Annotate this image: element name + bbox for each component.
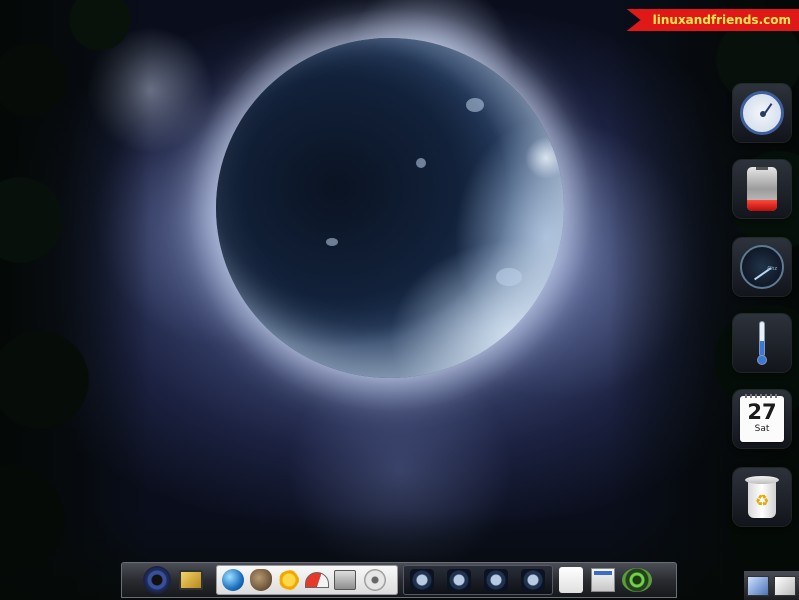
task-button-1[interactable]: [405, 567, 439, 593]
gauge-unit-label: Ghz: [767, 266, 777, 272]
task-thumbnail-icon: [410, 569, 434, 591]
task-button-2[interactable]: [442, 567, 476, 593]
workspace-pager[interactable]: [559, 567, 583, 593]
main-menu-button[interactable]: [144, 567, 170, 593]
thermometer-icon: [757, 321, 767, 365]
disc-icon: [364, 569, 386, 591]
calendar-widget[interactable]: 27 Sat: [733, 390, 791, 448]
monitor-icon: [179, 570, 203, 590]
launch-toolbox-button[interactable]: [332, 567, 358, 593]
taskbar-dock: [121, 562, 677, 598]
volume-icon[interactable]: [622, 568, 652, 592]
keyboard-icon[interactable]: [774, 575, 797, 596]
system-tray: [744, 571, 799, 600]
task-thumbnail-icon: [521, 569, 545, 591]
sun-settings-icon: [279, 570, 299, 590]
site-watermark: linuxandfriends.com: [626, 9, 799, 31]
task-button-3[interactable]: [479, 567, 513, 593]
calendar-weekday: Sat: [754, 424, 770, 434]
open-tasks-group: [403, 565, 553, 595]
launch-disc-button[interactable]: [362, 567, 388, 593]
moon: [216, 38, 564, 378]
desktop-wallpaper: [0, 0, 799, 600]
gimp-icon: [250, 569, 272, 591]
launch-settings-button[interactable]: [276, 567, 302, 593]
battery-icon: [747, 167, 777, 211]
battery-widget[interactable]: [733, 160, 791, 218]
show-desktop-button[interactable]: [178, 567, 204, 593]
task-thumbnail-icon: [447, 569, 471, 591]
calendar-day: 27: [747, 400, 777, 424]
firefox-globe-icon: [222, 569, 244, 591]
toolbox-icon: [334, 570, 356, 590]
cpu-speed-gauge-icon: Ghz: [740, 245, 784, 289]
recycle-bin-icon: ♻: [745, 476, 779, 518]
clock-widget[interactable]: [733, 84, 791, 142]
gear-menu-icon: [145, 568, 169, 592]
temperature-level: [760, 340, 764, 356]
task-thumbnail-icon: [484, 569, 508, 591]
window-list-button[interactable]: [591, 568, 615, 592]
task-button-4[interactable]: [516, 567, 550, 593]
speedometer-icon: [305, 572, 329, 588]
calendar-icon: 27 Sat: [740, 394, 784, 442]
analog-clock-icon: [740, 91, 784, 135]
network-icon[interactable]: [746, 575, 769, 596]
quick-launch-group: [216, 565, 398, 595]
thermometer-widget[interactable]: [733, 314, 791, 372]
launch-gimp-button[interactable]: [248, 567, 274, 593]
launch-browser-button[interactable]: [220, 567, 246, 593]
battery-level: [747, 200, 777, 211]
trash-widget[interactable]: ♻: [733, 468, 791, 526]
launch-monitor-button[interactable]: [304, 567, 330, 593]
cpu-gauge-widget[interactable]: Ghz: [733, 238, 791, 296]
